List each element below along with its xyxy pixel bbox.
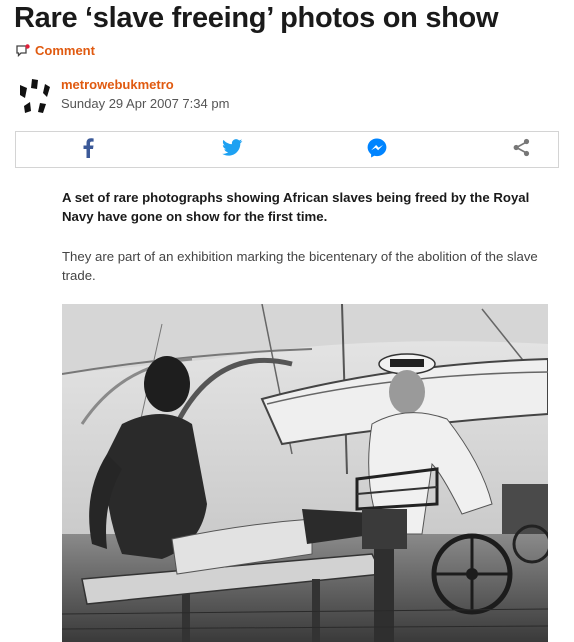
- article-lead: A set of rare photographs showing Africa…: [62, 190, 530, 224]
- comment-label: Comment: [35, 43, 95, 58]
- messenger-share-button[interactable]: [366, 138, 388, 163]
- share-bar: [15, 131, 559, 168]
- publish-date: Sunday 29 Apr 2007 7:34 pm: [61, 96, 230, 111]
- comment-link[interactable]: Comment: [16, 43, 95, 58]
- share-icon: [512, 138, 531, 162]
- comment-icon: [16, 44, 30, 57]
- black-and-white-photo: [62, 304, 548, 642]
- byline: metrowebukmetro Sunday 29 Apr 2007 7:34 …: [18, 76, 418, 116]
- article-paragraph: They are part of an exhibition marking t…: [62, 249, 538, 283]
- author-avatar[interactable]: [18, 78, 52, 114]
- article-title: Rare ‘slave freeing’ photos on show: [14, 2, 499, 34]
- twitter-icon: [221, 139, 243, 161]
- facebook-share-button[interactable]: [77, 137, 99, 163]
- twitter-share-button[interactable]: [221, 139, 243, 161]
- facebook-icon: [82, 137, 94, 163]
- author-name[interactable]: metrowebukmetro: [61, 77, 174, 92]
- share-button[interactable]: [510, 138, 532, 162]
- article-photo: [62, 304, 548, 642]
- article-page: Rare ‘slave freeing’ photos on show Comm…: [0, 0, 574, 642]
- messenger-icon: [367, 138, 387, 163]
